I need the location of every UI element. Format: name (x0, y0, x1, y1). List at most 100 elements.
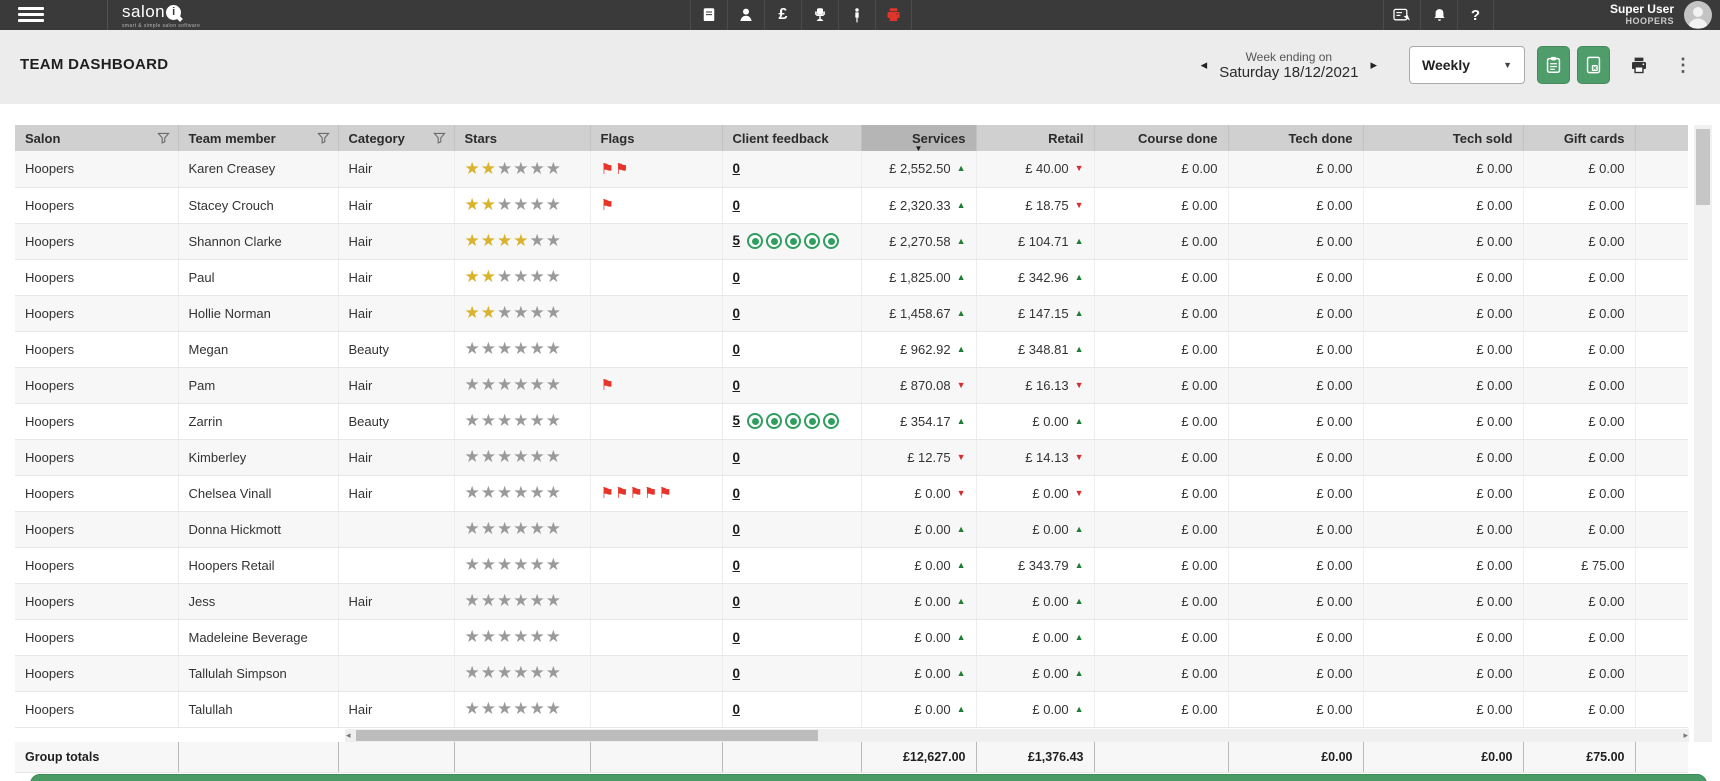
feedback-count-link[interactable]: 0 (733, 630, 741, 645)
feedback-count-link[interactable]: 5 (733, 233, 741, 248)
salon-cell: Hoopers (15, 619, 178, 656)
column-header-filler[interactable] (1634, 125, 1688, 151)
column-header-services[interactable]: Services ▼ (860, 125, 976, 152)
star-empty-icon: ★ (497, 699, 514, 718)
bottom-green-panel[interactable] (30, 774, 1707, 781)
column-header-tech-done[interactable]: Tech done (1227, 125, 1363, 151)
feedback-positive-icon (766, 413, 783, 430)
print-alert-icon[interactable] (875, 0, 912, 30)
filler-cell (1634, 475, 1688, 512)
star-filled-icon: ★ (464, 231, 481, 250)
trend-up-icon: ▲ (1074, 235, 1084, 246)
client-feedback-cell: 0 (721, 151, 861, 188)
column-header-team-member[interactable]: Team member (177, 125, 338, 151)
filler-cell (1634, 511, 1688, 548)
scroll-right-icon[interactable]: ▸ (1683, 729, 1688, 742)
till-pound-icon[interactable]: £ (764, 0, 801, 30)
column-header-gift-cards[interactable]: Gift cards (1522, 125, 1635, 151)
horizontal-scrollbar-thumb[interactable] (356, 730, 818, 741)
star-empty-icon: ★ (497, 483, 514, 502)
feedback-count-link[interactable]: 0 (733, 486, 741, 501)
vertical-scrollbar-thumb[interactable] (1696, 129, 1710, 205)
hamburger-menu-icon[interactable] (18, 7, 44, 23)
feedback-count-link[interactable]: 0 (733, 450, 741, 465)
walk-in-icon[interactable] (838, 0, 875, 30)
star-empty-icon: ★ (497, 411, 514, 430)
feedback-positive-icon (785, 233, 802, 250)
tech-sold-cell: £ 0.00 (1362, 439, 1523, 476)
prev-week-button[interactable]: ◂ (1195, 53, 1214, 77)
whats-new-icon[interactable] (1383, 0, 1420, 30)
feedback-count-link[interactable]: 0 (733, 161, 741, 176)
filter-funnel-icon[interactable] (432, 132, 446, 144)
column-header-stars[interactable]: Stars (453, 125, 590, 151)
logo-tagline: smart & simple salon software (122, 23, 201, 29)
feedback-dot (827, 417, 835, 425)
print-button[interactable] (1624, 50, 1654, 80)
notifications-icon[interactable] (1420, 0, 1457, 30)
team-member-cell: Megan (177, 331, 338, 368)
help-icon[interactable]: ? (1457, 0, 1494, 30)
retail-cell: £ 0.00 ▲ (975, 511, 1094, 548)
stylist-chair-icon[interactable] (801, 0, 838, 30)
column-header-salon[interactable]: Salon (15, 125, 178, 151)
feedback-count-link[interactable]: 5 (733, 413, 741, 428)
report-button[interactable] (1537, 46, 1570, 84)
frequency-select[interactable]: Weekly ▼ (1409, 46, 1525, 84)
amount: £ 870.08 (899, 377, 951, 393)
trend-down-icon: ▼ (956, 451, 966, 462)
services-cell: £ 0.00 ▲ (860, 583, 976, 620)
app-logo[interactable]: salon i smart & simple salon software (122, 2, 200, 29)
column-header-course-done[interactable]: Course done (1093, 125, 1228, 151)
filter-funnel-icon[interactable] (316, 132, 330, 144)
stars-cell: ★★★★★★ (453, 511, 590, 548)
column-header-client-feedback[interactable]: Client feedback (721, 125, 861, 151)
totals-tech-sold: £0.00 (1362, 742, 1523, 773)
column-header-label: Team member (188, 130, 276, 146)
feedback-count-link[interactable]: 0 (733, 306, 741, 321)
sort-desc-icon: ▼ (914, 144, 923, 152)
appointment-book-icon[interactable] (690, 0, 727, 30)
feedback-count-link[interactable]: 0 (733, 342, 741, 357)
star-empty-icon: ★ (464, 555, 481, 574)
feedback-count-link[interactable]: 0 (733, 558, 741, 573)
amount: £ 0.00 (914, 593, 951, 609)
totals-retail: £1,376.43 (975, 742, 1094, 773)
feedback-count-link[interactable]: 0 (733, 270, 741, 285)
stars-cell: ★★★★★★ (453, 655, 590, 692)
column-header-tech-sold[interactable]: Tech sold (1362, 125, 1523, 151)
avatar[interactable] (1684, 1, 1712, 29)
export-excel-button[interactable] (1577, 46, 1610, 84)
vertical-scrollbar[interactable] (1694, 125, 1712, 742)
amount: £ 0.00 (1032, 701, 1069, 717)
gift-cards-cell: £ 0.00 (1522, 439, 1635, 476)
amount: £ 0.00 (1032, 413, 1069, 429)
column-header-flags[interactable]: Flags (589, 125, 722, 151)
topbar-center-nav: £ (690, 0, 912, 30)
star-empty-icon: ★ (545, 231, 562, 250)
team-dashboard-table: Salon Team member Category Stars Flags Client… (15, 125, 1688, 728)
star-filled-icon: ★ (464, 195, 481, 214)
filter-funnel-icon[interactable] (156, 132, 170, 144)
clients-icon[interactable] (727, 0, 764, 30)
team-member-cell: Tallulah Simpson (177, 655, 338, 692)
feedback-count-link[interactable]: 0 (733, 594, 741, 609)
tech-sold-cell: £ 0.00 (1362, 223, 1523, 260)
feedback-count-link[interactable]: 0 (733, 378, 741, 393)
star-empty-icon: ★ (529, 483, 546, 502)
more-menu-button[interactable]: ⋮ (1668, 50, 1698, 80)
star-empty-icon: ★ (545, 267, 562, 286)
feedback-count-link[interactable]: 0 (733, 522, 741, 537)
scroll-left-icon[interactable]: ◂ (346, 729, 351, 742)
stars-cell: ★★★★★★ (453, 691, 590, 728)
column-header-retail[interactable]: Retail (975, 125, 1094, 151)
user-info[interactable]: Super User HOOPERS (1610, 2, 1674, 26)
feedback-count-link[interactable]: 0 (733, 702, 741, 717)
next-week-button[interactable]: ▸ (1364, 53, 1383, 77)
flags-cell (589, 655, 722, 692)
horizontal-scrollbar[interactable]: ◂ ▸ (345, 729, 1689, 742)
gift-cards-cell: £ 0.00 (1522, 151, 1635, 188)
feedback-count-link[interactable]: 0 (733, 666, 741, 681)
column-header-category[interactable]: Category (337, 125, 454, 151)
feedback-count-link[interactable]: 0 (733, 198, 741, 213)
